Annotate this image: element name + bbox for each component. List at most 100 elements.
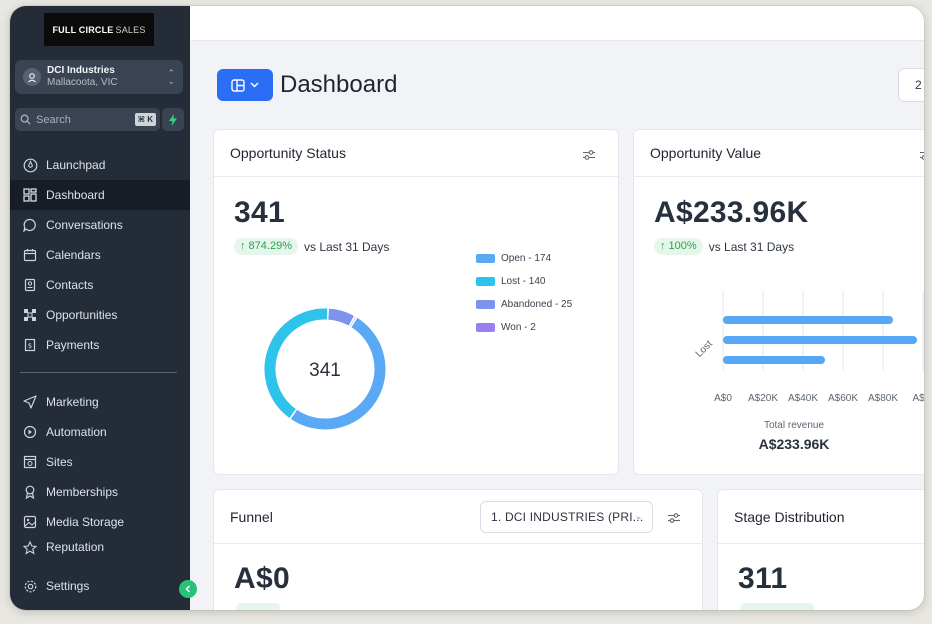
legend-label: Open - 174 (501, 253, 552, 264)
brand-logo[interactable]: FULL CIRCLE SALES (44, 13, 154, 46)
collapse-sidebar-button[interactable] (179, 580, 197, 598)
legend-item[interactable]: Abandoned - 25 (476, 293, 572, 316)
top-bar (190, 6, 924, 41)
contact-card-icon (22, 277, 38, 293)
stage-distribution-value: 311 (738, 562, 788, 595)
delta-label: vs Last 31 Days (303, 239, 390, 254)
legend-item[interactable]: Won - 2 (476, 316, 572, 339)
sidebar-item-contacts[interactable]: Contacts (10, 270, 190, 300)
stage-distribution-card: Stage Distribution 311 (717, 489, 924, 610)
dashboard-switcher-button[interactable] (217, 69, 273, 101)
sidebar-item-payments[interactable]: $ Payments (10, 330, 190, 360)
y-axis-label-lost: Lost (694, 339, 715, 360)
legend-swatch (476, 277, 495, 286)
pipeline-select[interactable]: 1. DCI INDUSTRIES (PRI... ⌄ (480, 501, 653, 533)
funnel-value: A$0 (234, 562, 290, 595)
star-icon (22, 540, 38, 556)
search-placeholder: Search (36, 113, 71, 126)
sidebar-item-label: Marketing (46, 395, 99, 409)
sidebar-item-settings[interactable]: Settings (10, 571, 190, 601)
sidebar-item-label: Sites (46, 455, 73, 469)
brand-logo-thin: SALES (115, 24, 146, 35)
opportunity-status-card: Opportunity Status 341 ↑ 874.29% vs Last… (213, 129, 619, 475)
calendar-icon (22, 247, 38, 263)
grid-icon (22, 187, 38, 203)
delta-badge: ↑ 874.29% (234, 238, 298, 255)
delta-badge (740, 603, 814, 610)
search-shortcut: ⌘ K (134, 113, 156, 126)
x-tick-label: A$1( (912, 393, 924, 404)
page-title: Dashboard (280, 71, 398, 98)
funnel-card: Funnel 1. DCI INDUSTRIES (PRI... ⌄ A$0 (213, 489, 703, 610)
legend-swatch (476, 300, 495, 309)
svg-text:$: $ (28, 342, 32, 350)
account-switcher[interactable]: DCI Industries Mallacoota, VIC ⌃ ⌄ (15, 60, 183, 94)
x-tick-label: A$80K (868, 393, 898, 404)
legend-item[interactable]: Open - 174 (476, 247, 572, 270)
lightning-icon (169, 113, 177, 126)
sidebar-item-label: Memberships (46, 485, 119, 499)
image-icon (22, 514, 38, 530)
sidebar-divider (20, 372, 177, 373)
donut-slice-abandoned[interactable] (328, 308, 354, 326)
opportunity-value-card: Opportunity Value A$233.96K ↑ 100% vs La… (633, 129, 924, 475)
opportunity-count: 341 (234, 196, 285, 229)
filter-icon[interactable] (667, 511, 681, 527)
card-title: Opportunity Value (650, 145, 762, 161)
award-icon (22, 484, 38, 500)
card-title: Stage Distribution (734, 508, 845, 525)
search-input[interactable]: Search ⌘ K (15, 108, 160, 131)
location-pin-icon (23, 68, 41, 86)
sidebar-item-label: Conversations (46, 218, 123, 232)
x-tick-label: A$0 (714, 393, 732, 404)
sidebar-item-conversations[interactable]: Conversations (10, 210, 190, 240)
chevron-left-icon (185, 585, 191, 593)
sidebar-item-sites[interactable]: Sites (10, 447, 190, 477)
quick-actions-button[interactable] (162, 108, 184, 131)
sidebar-item-reputation[interactable]: Reputation (10, 537, 190, 559)
card-title: Opportunity Status (230, 145, 346, 161)
sidebar-item-launchpad[interactable]: Launchpad (10, 150, 190, 180)
opportunities-icon (22, 307, 38, 323)
sidebar-item-memberships[interactable]: Memberships (10, 477, 190, 507)
sidebar-item-marketing[interactable]: Marketing (10, 387, 190, 417)
x-tick-label: A$40K (788, 393, 818, 404)
sidebar-item-dashboard[interactable]: Dashboard (10, 180, 190, 210)
receipt-icon: $ (22, 337, 38, 353)
chevron-down-icon: ⌄ (634, 511, 643, 522)
total-revenue-label: Total revenue (763, 420, 825, 431)
donut-legend: Open - 174 Lost - 140 Abandoned - 25 Won… (476, 247, 572, 339)
sidebar-item-label: Opportunities (46, 308, 118, 322)
legend-label: Abandoned - 25 (501, 299, 573, 310)
donut-center-value: 341 (309, 360, 341, 381)
sidebar-item-label: Settings (46, 579, 90, 593)
delta-badge (236, 603, 280, 610)
sidebar-item-label: Launchpad (46, 158, 106, 172)
chevron-updown-icon: ⌃ ⌄ (167, 68, 175, 86)
sidebar-item-label: Payments (46, 338, 100, 352)
delta-label: vs Last 31 Days (708, 239, 795, 254)
rocket-icon (22, 157, 38, 173)
sidebar-item-automation[interactable]: Automation (10, 417, 190, 447)
sidebar-item-label: Media Storage (46, 515, 125, 529)
card-title: Funnel (230, 508, 273, 525)
sidebar-item-opportunities[interactable]: Opportunities (10, 300, 190, 330)
sidebar-item-label: Contacts (46, 278, 94, 292)
filter-icon[interactable] (582, 148, 596, 164)
bar-lost-2[interactable] (723, 336, 917, 344)
bar-lost-1[interactable] (723, 316, 893, 324)
date-range-button[interactable]: 2 (898, 68, 924, 102)
x-tick-label: A$20K (748, 393, 778, 404)
sidebar-item-media-storage[interactable]: Media Storage (10, 507, 190, 537)
account-location: Mallacoota, VIC (47, 77, 118, 88)
legend-item[interactable]: Lost - 140 (476, 270, 572, 293)
bar-lost-3[interactable] (723, 356, 825, 364)
legend-swatch (476, 323, 495, 332)
send-icon (22, 394, 38, 410)
delta-badge: ↑ 100% (654, 238, 703, 255)
sidebar-item-calendars[interactable]: Calendars (10, 240, 190, 270)
filter-icon[interactable] (919, 148, 924, 164)
sidebar-item-label: Calendars (46, 248, 101, 262)
chevron-down-icon (250, 82, 259, 88)
total-revenue-value: A$233.96K (758, 436, 830, 452)
